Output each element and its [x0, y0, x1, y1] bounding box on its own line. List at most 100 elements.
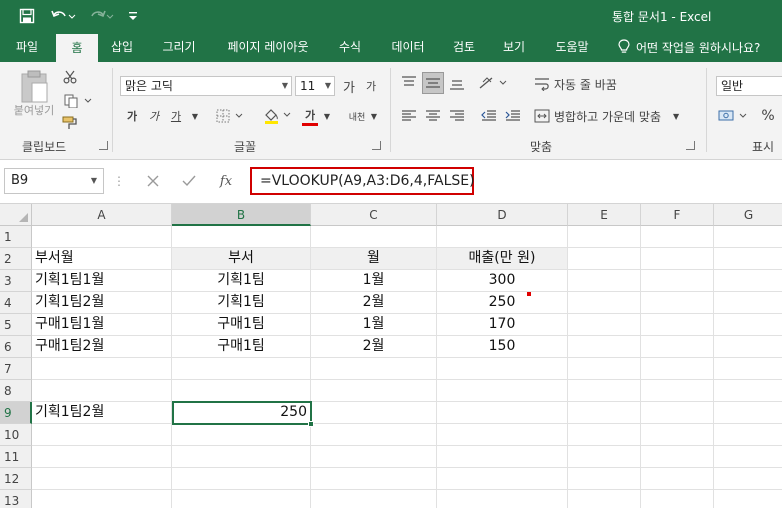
cell-a1[interactable] [32, 226, 172, 248]
cell-a2[interactable]: 부서월 [32, 248, 172, 270]
cell-c10[interactable] [311, 424, 437, 446]
cell-g4[interactable] [714, 292, 782, 314]
cell-f10[interactable] [641, 424, 714, 446]
cell-e7[interactable] [568, 358, 641, 380]
cell-g11[interactable] [714, 446, 782, 468]
cell-f5[interactable] [641, 314, 714, 336]
cell-a10[interactable] [32, 424, 172, 446]
cell-b8[interactable] [172, 380, 311, 402]
cell-f8[interactable] [641, 380, 714, 402]
column-header-d[interactable]: D [437, 204, 568, 226]
cell-e11[interactable] [568, 446, 641, 468]
copy-button[interactable] [60, 92, 98, 110]
cell-c6[interactable]: 2월 [311, 336, 437, 358]
number-format-combo[interactable]: 일반 [716, 76, 782, 96]
cell-c4[interactable]: 2월 [311, 292, 437, 314]
cell-c12[interactable] [311, 468, 437, 490]
row-header-10[interactable]: 10 [0, 424, 32, 446]
tab-file[interactable]: 파일 [6, 32, 48, 62]
cell-b6[interactable]: 구매1팀 [172, 336, 311, 358]
name-box[interactable]: B9 ▼ [4, 168, 104, 194]
tab-draw[interactable]: 그리기 [154, 32, 204, 62]
tab-page-layout[interactable]: 페이지 레이아웃 [218, 32, 318, 62]
cell-a11[interactable] [32, 446, 172, 468]
cell-f9[interactable] [641, 402, 714, 424]
align-bottom-button[interactable] [446, 72, 468, 94]
wrap-text-button[interactable]: 자동 줄 바꿈 [534, 74, 630, 94]
cell-g9[interactable] [714, 402, 782, 424]
align-left-button[interactable] [398, 106, 420, 126]
font-name-combo[interactable]: 맑은 고딕 ▼ [120, 76, 292, 96]
cell-f2[interactable] [641, 248, 714, 270]
insert-function-button[interactable]: fx [214, 170, 238, 192]
cell-c1[interactable] [311, 226, 437, 248]
cell-g3[interactable] [714, 270, 782, 292]
increase-indent-button[interactable] [502, 106, 524, 126]
cell-b11[interactable] [172, 446, 311, 468]
row-header-8[interactable]: 8 [0, 380, 32, 402]
font-size-combo[interactable]: 11 ▼ [295, 76, 335, 96]
cell-e1[interactable] [568, 226, 641, 248]
cell-e6[interactable] [568, 336, 641, 358]
cell-g6[interactable] [714, 336, 782, 358]
font-color-button[interactable]: 가 [302, 106, 318, 126]
cell-g12[interactable] [714, 468, 782, 490]
underline-button[interactable]: 가 [168, 106, 184, 126]
cell-d5[interactable]: 170 [437, 314, 568, 336]
cell-a4[interactable]: 기획1팀2월 [32, 292, 172, 314]
borders-button[interactable] [214, 106, 248, 126]
cell-d4[interactable]: 250 [437, 292, 568, 314]
column-header-c[interactable]: C [311, 204, 437, 226]
format-painter-button[interactable] [60, 114, 80, 132]
cell-f4[interactable] [641, 292, 714, 314]
tab-data[interactable]: 데이터 [384, 32, 432, 62]
cell-e13[interactable] [568, 490, 641, 508]
cell-a7[interactable] [32, 358, 172, 380]
cell-b1[interactable] [172, 226, 311, 248]
tab-review[interactable]: 검토 [446, 32, 482, 62]
cell-d12[interactable] [437, 468, 568, 490]
cell-g13[interactable] [714, 490, 782, 508]
column-header-a[interactable]: A [32, 204, 172, 226]
customize-qat-button[interactable] [126, 6, 140, 26]
row-header-2[interactable]: 2 [0, 248, 32, 270]
shrink-font-button[interactable]: 가 [362, 76, 380, 96]
row-header-4[interactable]: 4 [0, 292, 32, 314]
cell-e10[interactable] [568, 424, 641, 446]
grow-font-button[interactable]: 가 [340, 76, 358, 96]
cell-e5[interactable] [568, 314, 641, 336]
cell-c13[interactable] [311, 490, 437, 508]
cell-g8[interactable] [714, 380, 782, 402]
cell-f12[interactable] [641, 468, 714, 490]
cell-d13[interactable] [437, 490, 568, 508]
cell-b3[interactable]: 기획1팀 [172, 270, 311, 292]
merge-center-button[interactable]: 병합하고 가운데 맞춤 ▼ [534, 106, 700, 126]
save-button[interactable] [16, 6, 38, 26]
enter-button[interactable] [178, 170, 200, 192]
cell-c3[interactable]: 1월 [311, 270, 437, 292]
fill-color-button[interactable] [262, 106, 296, 126]
tell-me-box[interactable]: 어떤 작업을 원하시나요? [618, 32, 760, 62]
phonetic-dropdown[interactable]: ▼ [368, 106, 380, 126]
underline-dropdown[interactable]: ▼ [188, 106, 202, 126]
tab-view[interactable]: 보기 [496, 32, 532, 62]
cell-b2[interactable]: 부서 [172, 248, 311, 270]
cell-b12[interactable] [172, 468, 311, 490]
row-header-9[interactable]: 9 [0, 402, 32, 424]
column-header-g[interactable]: G [714, 204, 782, 226]
font-launcher[interactable] [372, 141, 381, 150]
cell-c7[interactable] [311, 358, 437, 380]
cell-d8[interactable] [437, 380, 568, 402]
cut-button[interactable] [60, 68, 80, 86]
cell-g2[interactable] [714, 248, 782, 270]
cell-c2[interactable]: 월 [311, 248, 437, 270]
decrease-indent-button[interactable] [478, 106, 500, 126]
cell-d6[interactable]: 150 [437, 336, 568, 358]
cell-d1[interactable] [437, 226, 568, 248]
cell-d10[interactable] [437, 424, 568, 446]
row-header-1[interactable]: 1 [0, 226, 32, 248]
row-header-3[interactable]: 3 [0, 270, 32, 292]
alignment-launcher[interactable] [686, 141, 695, 150]
cell-a6[interactable]: 구매1팀2월 [32, 336, 172, 358]
cell-f7[interactable] [641, 358, 714, 380]
